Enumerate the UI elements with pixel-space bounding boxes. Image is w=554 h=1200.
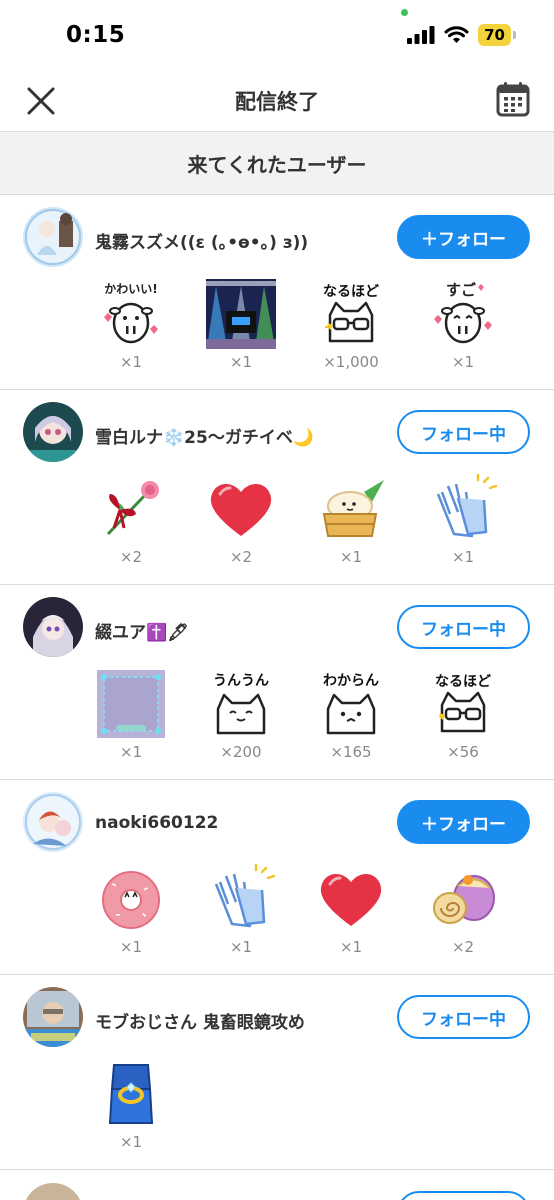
cat-glasses-icon: なるほど [316,279,386,349]
status-bar: 0:15 70 [0,0,554,70]
gift-count: ×1 [119,353,143,371]
heart-icon [316,864,386,934]
clapping-hands-icon [206,864,276,934]
page-title: 配信終了 [235,90,319,114]
avatar[interactable] [23,597,83,657]
gift-item: ×1 [196,275,286,375]
user-list: 鬼霧スズメ((ε (｡•ө•｡) з)) ＋フォロー かわいい! ×1 ×1 な… [0,195,554,1170]
user-row: 鬼霧スズメ((ε (｡•ө•｡) з)) ＋フォロー かわいい! ×1 ×1 な… [0,195,554,390]
gift-item: ×1 [306,860,396,960]
section-title: 来てくれたユーザー [187,152,367,177]
battery-cap [513,31,516,39]
gift-count: ×1 [119,1133,143,1151]
gift-count: ×2 [119,548,143,566]
gift-item: ×1 [306,470,396,570]
cat-sticker-icon: わからん [316,669,386,739]
gift-count: ×1 [339,938,363,956]
donut-icon [96,864,166,934]
dumpling-icon [316,474,386,544]
gift-label: なるほど [323,284,379,300]
gift-count: ×2 [451,938,475,956]
gift-item: かわいい! ×1 [86,275,176,375]
username: 鬼霧スズメ((ε (｡•ө•｡) з)) [95,233,309,253]
gift-count: ×1 [119,743,143,761]
follow-button-partial[interactable] [397,1191,530,1200]
header-bar: 配信終了 [0,70,554,132]
gift-count: ×1 [229,353,253,371]
battery-indicator: 70 [478,24,516,46]
roll-cake-icon [428,864,498,934]
gift-item: ×2 [196,470,286,570]
user-row: naoki660122 ＋フォロー ×1 ×1 ×1 ×2 [0,780,554,975]
cow-sticker-icon: すご [428,279,498,349]
gift-count: ×1 [451,353,475,371]
privacy-indicator-dot [401,9,408,16]
gift-label: かわいい! [104,282,157,296]
gift-label: うんうん [213,673,269,689]
avatar[interactable] [23,1183,83,1200]
calendar-button[interactable] [496,81,534,119]
avatar[interactable] [23,402,83,462]
wifi-icon [444,26,469,44]
gift-label: すご [446,281,477,299]
gift-count: ×1,000 [323,353,379,371]
gift-label: なるほど [435,674,491,690]
avatar[interactable] [23,207,83,267]
gift-item: ×1 [86,1055,176,1155]
gift-count: ×2 [229,548,253,566]
avatar[interactable] [23,792,83,852]
gift-item: なるほど ×56 [418,665,508,765]
calendar-icon [496,81,534,117]
following-button[interactable]: フォロー中 [397,995,530,1039]
cat-glasses-icon: なるほど [428,669,498,739]
follow-button[interactable]: ＋フォロー [397,215,530,259]
cellular-signal-icon [407,26,435,44]
ring-box-icon [96,1059,166,1129]
user-row: モブおじさん 鬼畜眼鏡攻め フォロー中 ×1 [0,975,554,1170]
gift-count: ×1 [451,548,475,566]
clapping-hands-icon [428,474,498,544]
username: naoki660122 [95,813,219,833]
cat-sticker-icon: うんうん [206,669,276,739]
battery-level: 70 [478,24,511,46]
username: 綴ユア✝️🖋 [95,623,189,643]
gift-count: ×1 [229,938,253,956]
rose-icon [96,474,166,544]
gift-item: なるほど ×1,000 [306,275,396,375]
gift-label: わからん [323,673,379,689]
username: モブおじさん 鬼畜眼鏡攻め [95,1013,305,1033]
gift-item: ×2 [418,860,508,960]
gift-item: すご ×1 [418,275,508,375]
gift-count: ×56 [447,743,479,761]
gift-count: ×1 [119,938,143,956]
gift-item: ×1 [86,860,176,960]
user-row: 綴ユア✝️🖋 フォロー中 ×1 うんうん ×200 わからん ×165 なるほど… [0,585,554,780]
status-time: 0:15 [66,22,126,48]
following-button[interactable]: フォロー中 [397,410,530,454]
following-button[interactable]: フォロー中 [397,605,530,649]
gift-count: ×1 [339,548,363,566]
gift-item: わからん ×165 [306,665,396,765]
status-icons: 70 [407,24,516,46]
avatar[interactable] [23,987,83,1047]
gift-item: うんうん ×200 [196,665,286,765]
cow-sticker-icon: かわいい! [96,279,166,349]
stage-lights-icon [206,279,276,349]
gift-item: ×1 [418,470,508,570]
username: 雪白ルナ❄️25〜ガチイベ🌙 [95,428,314,448]
section-header: 来てくれたユーザー [0,132,554,195]
heart-icon [206,474,276,544]
user-row-partial [0,1171,554,1200]
follow-button[interactable]: ＋フォロー [397,800,530,844]
user-row: 雪白ルナ❄️25〜ガチイベ🌙 フォロー中 ×2 ×2 ×1 ×1 [0,390,554,585]
frame-icon [96,669,166,739]
gift-item: ×1 [196,860,286,960]
gift-count: ×165 [330,743,372,761]
gift-item: ×1 [86,665,176,765]
gift-item: ×2 [86,470,176,570]
gift-count: ×200 [220,743,262,761]
